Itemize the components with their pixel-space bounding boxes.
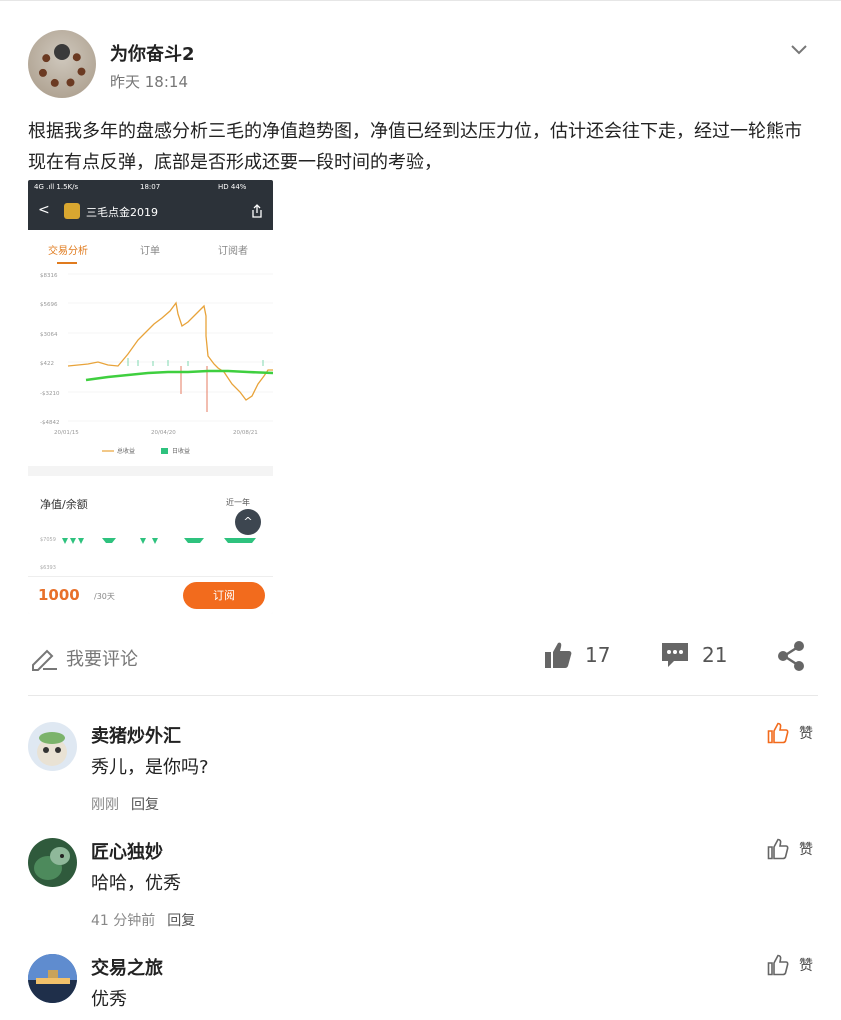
thumbs-up-icon <box>767 838 789 860</box>
like-button[interactable]: 17 <box>543 640 610 670</box>
post-image[interactable]: 4G .ıll 1.5K/s 18:07 HD 44% < 三毛点金2019 交… <box>28 180 273 614</box>
phone-status-signal: 4G .ıll 1.5K/s <box>34 183 79 191</box>
post-body-text: 根据我多年的盘感分析三毛的净值趋势图，净值已经到达压力位，估计还会往下走，经过一… <box>28 121 802 173</box>
post-timestamp: 昨天 18:14 <box>110 73 188 91</box>
chart-xtick: 20/08/21 <box>233 430 258 436</box>
comment-like-label: 赞 <box>799 958 813 974</box>
lower-tick: $7059 <box>40 537 56 543</box>
comment-avatar[interactable] <box>28 722 77 771</box>
comment-text: 哈哈，优秀 <box>91 873 181 894</box>
comment-like-button[interactable]: 赞 <box>767 838 813 860</box>
like-count: 17 <box>585 643 611 667</box>
comment-time: 41 分钟前 <box>91 913 156 929</box>
post-author-name[interactable]: 为你奋斗2 <box>110 40 195 66</box>
thumbs-up-icon <box>767 954 789 976</box>
comment-meta: 41 分钟前 回复 <box>91 910 207 930</box>
phone-status-right: HD 44% <box>218 183 247 191</box>
comment-like-button[interactable]: 赞 <box>767 954 813 976</box>
reply-button[interactable]: 回复 <box>131 797 159 813</box>
phone-section-label: 净值/余额 <box>40 498 88 511</box>
chart-ytick: $8316 <box>40 273 58 279</box>
comment-like-label: 赞 <box>799 726 813 742</box>
comment-like-button[interactable]: 赞 <box>767 722 813 744</box>
share-icon[interactable] <box>776 641 806 671</box>
phone-period-select: 近一年 <box>226 498 250 507</box>
chart-legend-daily: 日收益 <box>172 447 190 455</box>
phone-status-bar: 4G .ıll 1.5K/s 18:07 HD 44% <box>28 180 273 194</box>
phone-subscribe-bar: 1000 /30天 订阅 <box>28 576 273 614</box>
phone-tab-subscribers: 订阅者 <box>218 246 248 257</box>
phone-tab-orders: 订单 <box>140 246 160 257</box>
comment-author[interactable]: 卖猪炒外汇 <box>91 722 181 748</box>
chart-xtick: 20/01/15 <box>54 430 79 436</box>
phone-status-time: 18:07 <box>140 183 161 191</box>
lower-tick: $6393 <box>40 565 56 571</box>
phone-share-icon <box>252 204 262 218</box>
phone-tabs: 交易分析 订单 订阅者 <box>28 230 273 266</box>
comment-avatar[interactable] <box>28 954 77 1003</box>
comment-meta: 刚刚 回复 <box>91 794 171 814</box>
phone-price: 1000 <box>38 586 80 604</box>
comment-author[interactable]: 匠心独妙 <box>91 838 163 864</box>
phone-tab-underline <box>57 262 77 264</box>
chart-ytick: $5696 <box>40 302 58 308</box>
comment-like-label: 赞 <box>799 842 813 858</box>
edit-pencil-icon <box>32 649 57 671</box>
back-icon: < <box>38 202 50 218</box>
reply-button[interactable]: 回复 <box>167 913 195 929</box>
phone-subscribe-button: 订阅 <box>183 582 265 609</box>
chevron-down-icon[interactable] <box>788 38 810 60</box>
strategy-badge-icon <box>64 203 80 219</box>
top-border <box>0 0 841 1</box>
chart-ytick: $422 <box>40 361 54 367</box>
write-comment-button[interactable]: 我要评论 <box>30 642 138 674</box>
comment-time: 刚刚 <box>91 797 119 813</box>
comment-author[interactable]: 交易之旅 <box>91 954 163 980</box>
comment-text: 优秀 <box>91 989 127 1010</box>
phone-net-value-section: 净值/余额 近一年 $7059 $6393 ^ <box>28 476 273 576</box>
phone-net-value-chart: $7059 $6393 <box>40 537 256 571</box>
comment-text: 秀儿，是你吗? <box>91 757 209 778</box>
comment-avatar[interactable] <box>28 838 77 887</box>
author-avatar[interactable] <box>28 30 96 98</box>
chart-xtick: 20/04/20 <box>151 430 176 436</box>
comment-count: 21 <box>702 643 728 667</box>
thumbs-up-liked-icon <box>767 722 789 744</box>
phone-tab-analysis: 交易分析 <box>48 246 88 257</box>
comments-button[interactable]: 21 <box>660 640 727 670</box>
chart-legend-total: 总收益 <box>117 447 135 455</box>
thumbs-up-icon <box>545 642 572 668</box>
phone-nav-title: 三毛点金2019 <box>86 206 158 219</box>
legend-daily-marker <box>161 448 168 454</box>
phone-nav-bar: < 三毛点金2019 <box>28 194 273 230</box>
phone-profit-chart: $8316 $5696 $3064 $422 -$3210 -$4842 20/… <box>28 266 273 466</box>
phone-price-unit: /30天 <box>94 592 115 601</box>
phone-scroll-top-icon: ^ <box>235 509 261 535</box>
write-comment-label: 我要评论 <box>66 649 138 670</box>
chart-ytick: -$3210 <box>40 391 60 397</box>
chart-ytick: -$4842 <box>40 420 59 426</box>
section-divider <box>28 695 818 696</box>
comment-bubble-icon <box>662 643 688 667</box>
chart-ytick: $3064 <box>40 332 58 338</box>
